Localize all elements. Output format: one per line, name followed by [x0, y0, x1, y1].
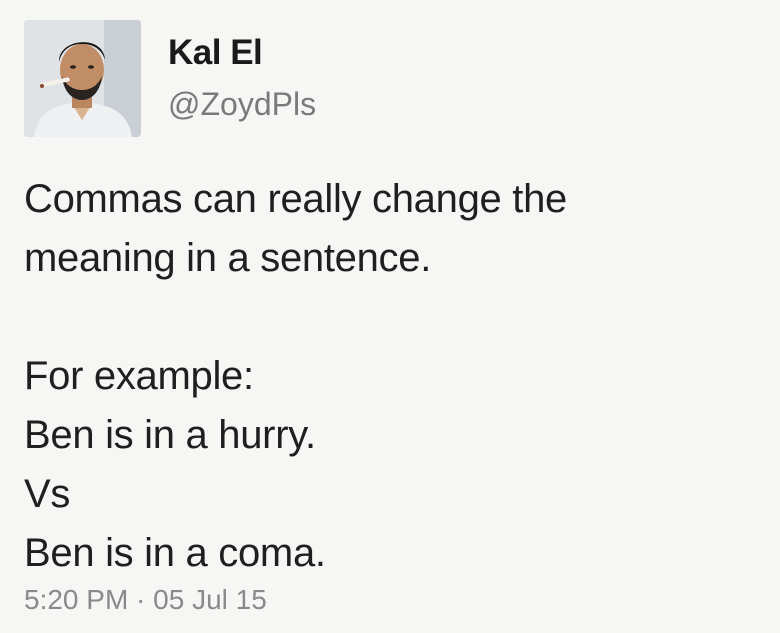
tweet-text-line: Ben is in a coma. [24, 531, 326, 575]
tweet-card: Kal El @ZoydPls Commas can really change… [0, 0, 780, 633]
tweet-text-line: Commas can really change the [24, 177, 567, 221]
tweet-text-line: Vs [24, 472, 71, 516]
profile-photo-icon [24, 20, 141, 137]
tweet-timestamp[interactable]: 5:20 PM · 05 Jul 15 [24, 584, 267, 616]
tweet-text-line: Ben is in a hurry. [24, 413, 316, 457]
user-handle[interactable]: @ZoydPls [168, 86, 316, 123]
tweet-text-line: For example: [24, 354, 254, 398]
tweet-text-line: meaning in a sentence. [24, 236, 432, 280]
tweet-text: Commas can really change the meaning in … [24, 170, 764, 583]
avatar[interactable] [24, 20, 141, 137]
display-name[interactable]: Kal El [168, 33, 263, 73]
